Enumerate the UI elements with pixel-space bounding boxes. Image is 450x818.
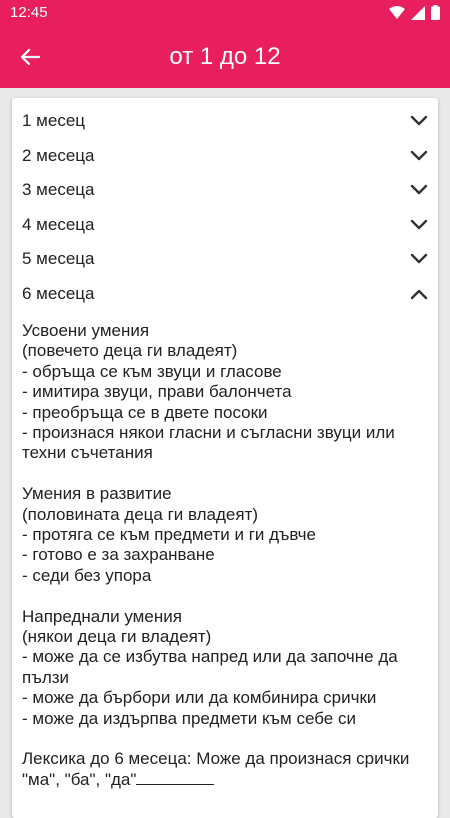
accordion-item-4-months[interactable]: 4 месеца [12,208,438,243]
signal-icon [411,5,425,20]
app-bar: от 1 до 12 [0,26,450,88]
section-title: Усвоени умения [22,321,150,340]
advanced-skills-section: Напреднали умения (някои деца ги владеят… [22,607,428,729]
lexicon-section: Лексика до 6 месеца: Може да произнася с… [22,749,428,790]
status-time: 12:45 [10,4,48,21]
section-title: Напреднали умения [22,606,182,626]
section-subtitle: (някои деца ги владеят) [22,627,212,647]
chevron-down-icon[interactable] [410,253,428,265]
accordion-item-1-month[interactable]: 1 месец [12,104,438,139]
months-accordion: 1 месец 2 месеца 3 месеца 4 месеца 5 мес… [12,98,438,818]
section-title: Умения в развитие [22,484,172,504]
skill-line: - може да бърбори или да комбинира сричк… [22,688,377,708]
chevron-down-icon[interactable] [410,219,428,231]
skill-line: - преобръща се в двете посоки [22,402,268,422]
chevron-down-icon[interactable] [410,115,428,127]
accordion-item-label: 6 месеца [22,283,95,303]
skill-line: - седи без упора [22,565,152,585]
page-title: от 1 до 12 [169,43,281,70]
accordion-item-3-months[interactable]: 3 месеца [12,173,438,208]
chevron-down-icon[interactable] [410,184,428,196]
section-subtitle: (половината деца ги владеят) [22,504,259,524]
accordion-item-label: 2 месеца [22,145,95,165]
wifi-icon [389,5,405,19]
accordion-item-6-months[interactable]: 6 месеца [12,277,438,312]
skill-line: - протяга се към предмети и ги дъвче [22,525,316,545]
accordion-item-2-months[interactable]: 2 месеца [12,139,438,174]
accordion-item-5-months[interactable]: 5 месеца [12,242,438,277]
skill-line: - произнася някои гласни и съгласни звуц… [22,423,395,463]
battery-icon [431,5,440,20]
chevron-up-icon[interactable] [410,288,428,300]
skill-line: - може да се избутва напред или да започ… [22,647,398,687]
accordion-item-label: 3 месеца [22,180,95,200]
accordion-item-label: 4 месеца [22,214,95,234]
status-bar: 12:45 [0,0,450,26]
status-icons [389,5,440,20]
mastered-skills-section: Усвоени умения (повечето деца ги владеят… [22,321,428,464]
blank-underline [136,770,215,785]
section-subtitle: (повечето деца ги владеят) [22,341,238,361]
skill-line: - готово е за захранване [22,545,215,565]
accordion-item-6-months-content: Усвоени умения (повечето деца ги владеят… [12,311,438,790]
skill-line: - обръща се към звуци и гласове [22,361,282,381]
accordion-item-label: 1 месец [22,111,86,131]
chevron-down-icon[interactable] [410,150,428,162]
skill-line: - имитира звуци, прави балончета [22,382,292,402]
skill-line: - може да издърпва предмети към себе си [22,708,356,728]
accordion-item-label: 5 месеца [22,249,95,269]
developing-skills-section: Умения в развитие (половината деца ги вл… [22,484,428,586]
lexicon-text: Лексика до 6 месеца: Може да произнася с… [22,749,410,789]
